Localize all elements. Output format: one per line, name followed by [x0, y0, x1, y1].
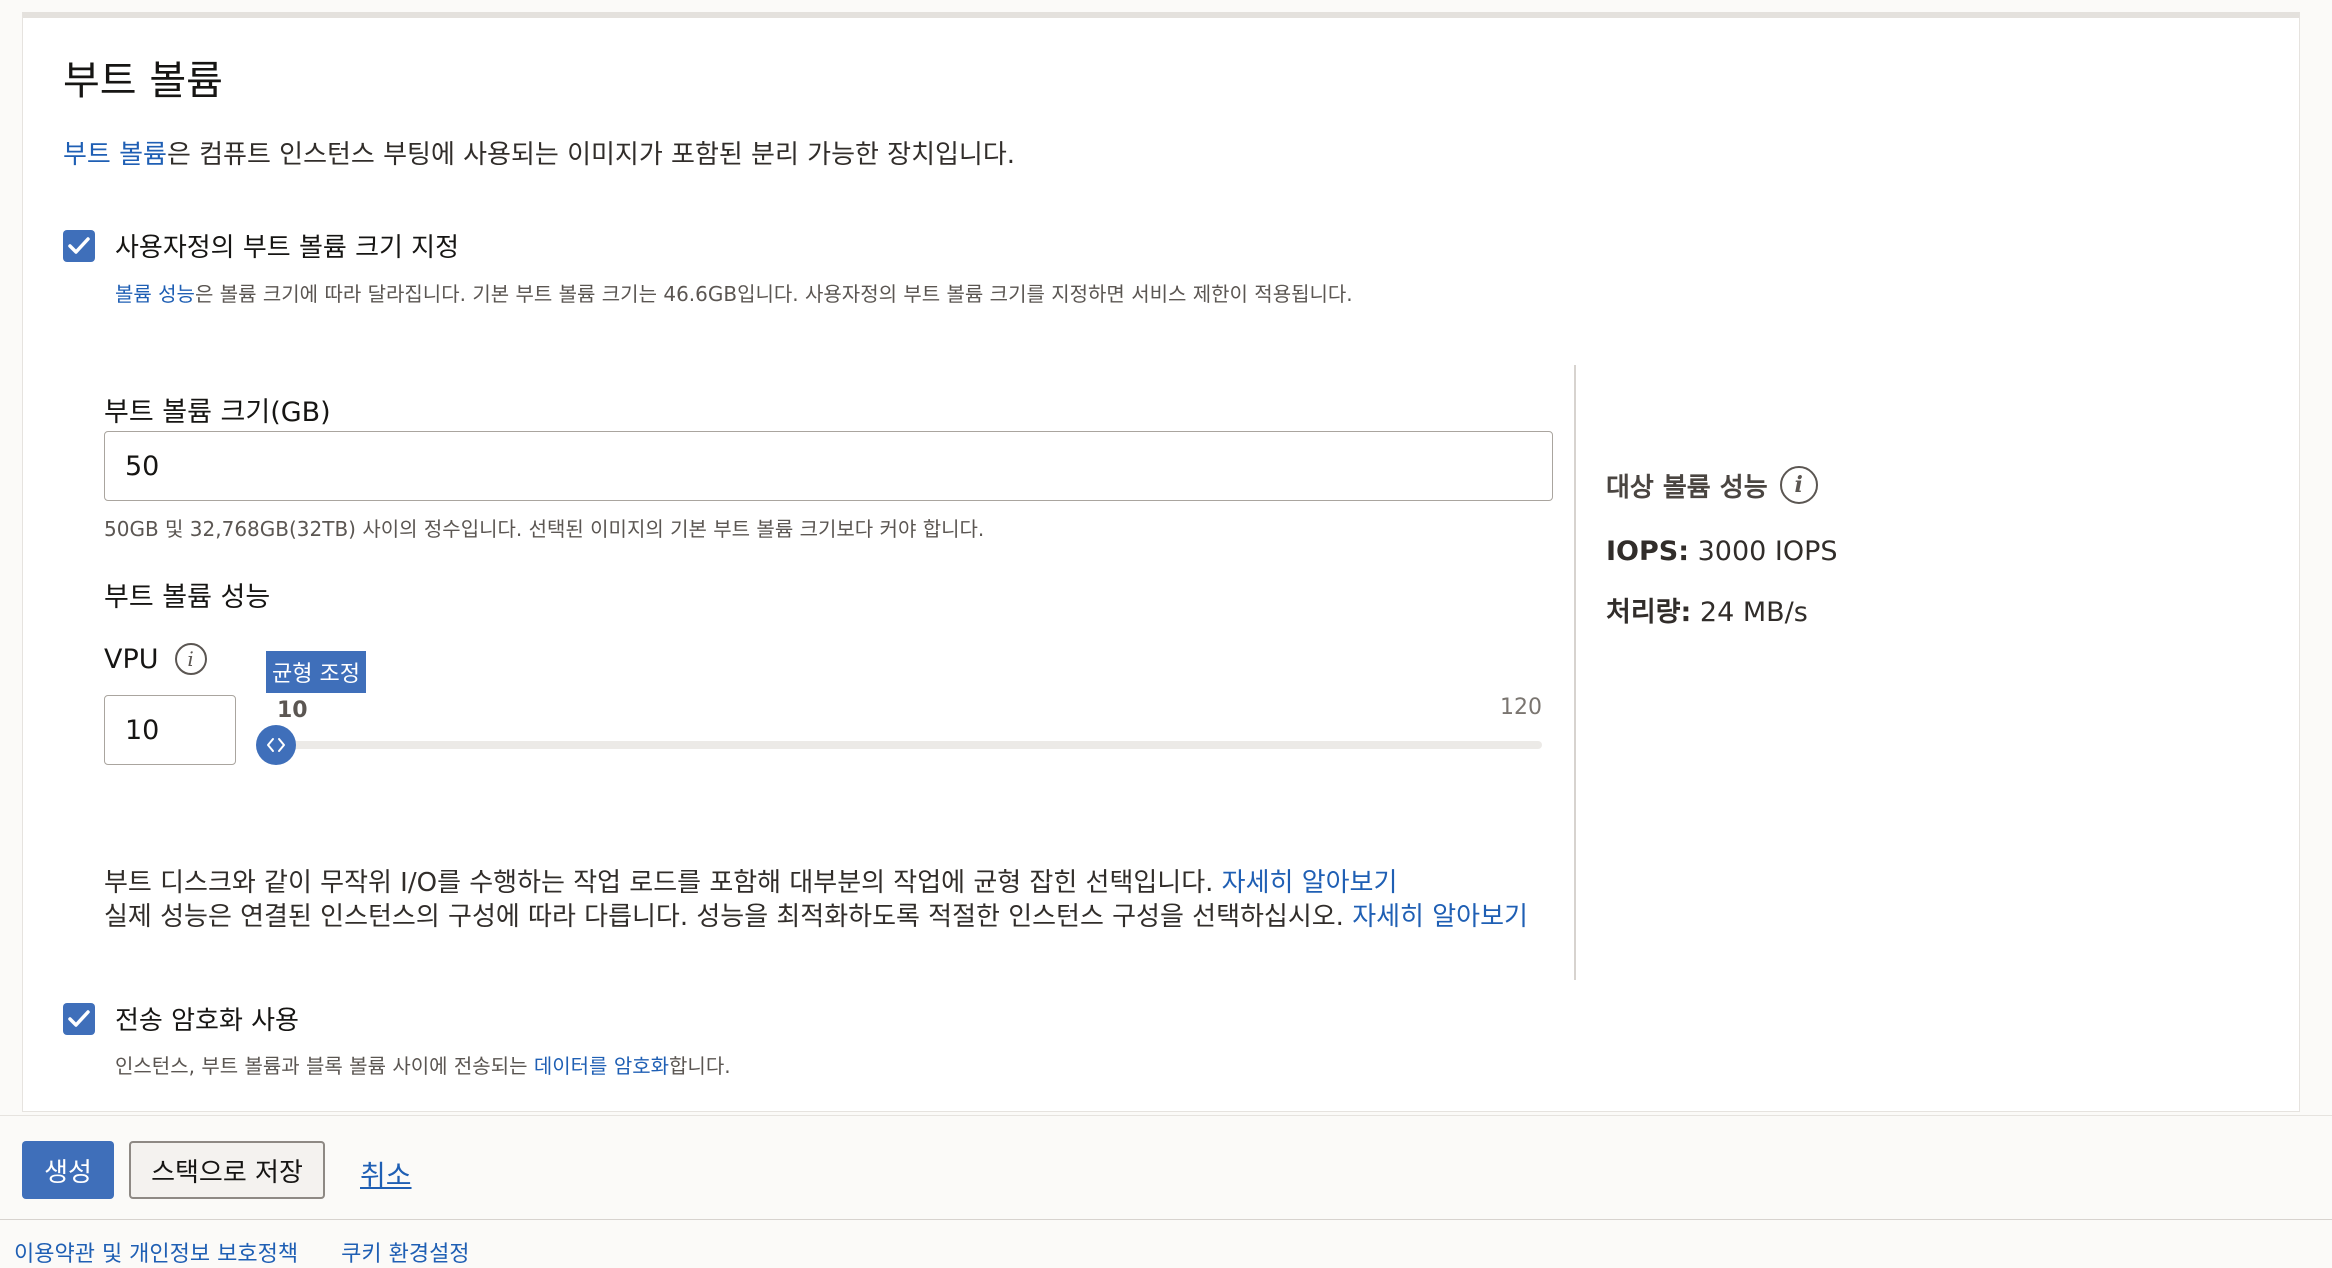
- slider-max-label: 120: [1500, 695, 1542, 720]
- vpu-label: VPU: [104, 643, 159, 675]
- vpu-label-row: VPU i: [104, 643, 207, 675]
- custom-size-help: 볼륨 성능은 볼륨 크기에 따라 달라집니다. 기본 부트 볼륨 크기는 46.…: [115, 278, 1353, 307]
- size-field-help: 50GB 및 32,768GB(32TB) 사이의 정수입니다. 선택된 이미지…: [104, 517, 985, 541]
- throughput-value: 24 MB/s: [1699, 597, 1808, 628]
- custom-size-row: 사용자정의 부트 볼륨 크기 지정: [63, 227, 459, 264]
- create-button[interactable]: 생성: [22, 1141, 114, 1199]
- intro-rest: 은 컴퓨트 인스턴스 부팅에 사용되는 이미지가 포함된 분리 가능한 장치입니…: [166, 140, 1016, 170]
- page-title: 부트 볼륨: [63, 58, 223, 104]
- vpu-slider-track[interactable]: [256, 725, 1542, 765]
- throughput-row: 처리량: 24 MB/s: [1606, 590, 1808, 629]
- performance-description-1: 부트 디스크와 같이 무작위 I/O를 수행하는 작업 로드를 포함해 대부분의…: [104, 862, 1397, 899]
- iops-label: IOPS:: [1606, 536, 1690, 567]
- info-icon[interactable]: i: [174, 643, 207, 675]
- encryption-help: 인스턴스, 부트 볼륨과 블록 볼륨 사이에 전송되는 데이터를 암호화합니다.: [115, 1050, 731, 1079]
- custom-size-help-rest: 은 볼륨 크기에 따라 달라집니다. 기본 부트 볼륨 크기는 46.6GB입니…: [194, 282, 1353, 306]
- slider-min-label: 10: [277, 698, 308, 723]
- slider-handle-icon: [267, 738, 285, 752]
- encryption-help-prefix: 인스턴스, 부트 볼륨과 블록 볼륨 사이에 전송되는: [115, 1054, 534, 1078]
- throughput-label: 처리량:: [1606, 597, 1692, 628]
- target-performance-title: 대상 볼륨 성능 i: [1606, 466, 1818, 504]
- performance-label: 부트 볼륨 성능: [104, 582, 271, 613]
- save-as-stack-button[interactable]: 스택으로 저장: [129, 1141, 325, 1199]
- encryption-row: 전송 암호화 사용: [63, 1000, 299, 1037]
- target-performance-title-text: 대상 볼륨 성능: [1606, 472, 1768, 503]
- encrypt-data-link[interactable]: 데이터를 암호화: [534, 1054, 669, 1078]
- footer-action-bar: 생성 스택으로 저장 취소: [0, 1115, 2332, 1220]
- encryption-checkbox[interactable]: [63, 1002, 95, 1035]
- bottom-links: 이용약관 및 개인정보 보호정책 쿠키 환경설정: [14, 1236, 506, 1268]
- desc-text-1: 부트 디스크와 같이 무작위 I/O를 수행하는 작업 로드를 포함해 대부분의…: [104, 868, 1222, 898]
- cookie-preferences-link[interactable]: 쿠키 환경설정: [341, 1242, 469, 1267]
- boot-volume-link[interactable]: 부트 볼륨: [63, 140, 167, 170]
- size-field-label: 부트 볼륨 크기(GB): [104, 397, 331, 428]
- intro-text: 부트 볼륨은 컴퓨트 인스턴스 부팅에 사용되는 이미지가 포함된 분리 가능한…: [63, 134, 1015, 171]
- boot-volume-size-input[interactable]: [104, 431, 1553, 501]
- terms-privacy-link[interactable]: 이용약관 및 개인정보 보호정책: [14, 1242, 298, 1267]
- custom-size-label: 사용자정의 부트 볼륨 크기 지정: [115, 233, 460, 263]
- vpu-slider-thumb[interactable]: [256, 725, 296, 765]
- desc-text-2: 실제 성능은 연결된 인스턴스의 구성에 따라 다릅니다. 성능을 최적화하도록…: [104, 902, 1353, 932]
- learn-more-link-1[interactable]: 자세히 알아보기: [1222, 868, 1398, 898]
- info-icon[interactable]: i: [1779, 466, 1818, 504]
- custom-size-checkbox[interactable]: [63, 229, 95, 262]
- encryption-label: 전송 암호화 사용: [115, 1006, 299, 1036]
- volume-performance-link[interactable]: 볼륨 성능: [115, 282, 195, 306]
- iops-value: 3000 IOPS: [1697, 536, 1838, 567]
- check-icon: [68, 236, 90, 254]
- boot-volume-card: [22, 12, 2300, 1112]
- vpu-input[interactable]: [104, 695, 236, 765]
- encryption-help-suffix: 합니다.: [669, 1054, 731, 1078]
- iops-row: IOPS: 3000 IOPS: [1606, 536, 1838, 567]
- cancel-link[interactable]: 취소: [360, 1154, 412, 1194]
- check-icon: [68, 1009, 90, 1027]
- performance-description-2: 실제 성능은 연결된 인스턴스의 구성에 따라 다릅니다. 성능을 최적화하도록…: [104, 896, 1528, 933]
- vertical-divider: [1574, 365, 1576, 980]
- slider-tooltip: 균형 조정: [266, 651, 366, 693]
- learn-more-link-2[interactable]: 자세히 알아보기: [1352, 902, 1528, 932]
